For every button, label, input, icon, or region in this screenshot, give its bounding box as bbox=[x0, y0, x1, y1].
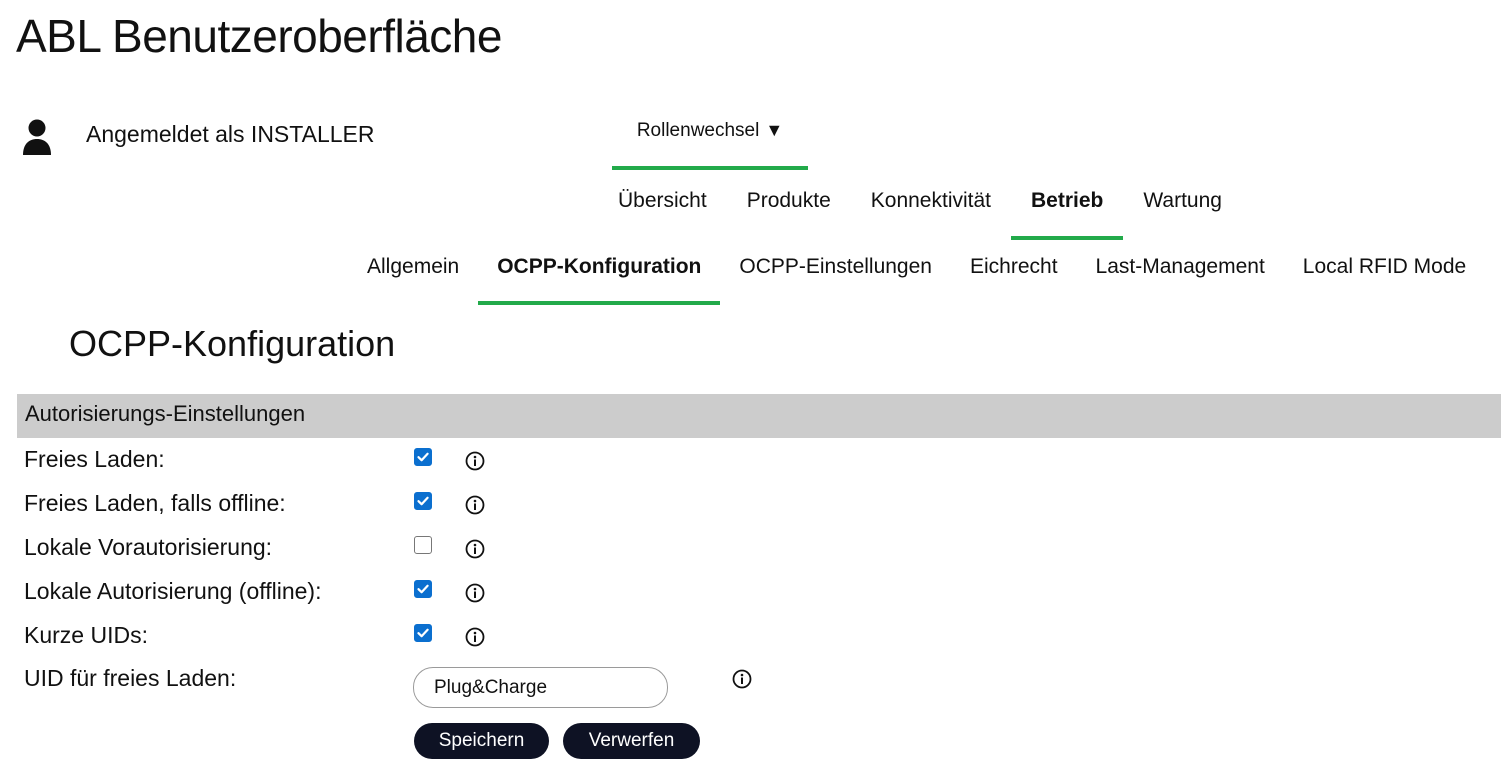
checkbox-kurze-uids[interactable] bbox=[414, 624, 432, 642]
setting-label: Lokale Autorisierung (offline): bbox=[24, 578, 322, 604]
checkmark-icon bbox=[417, 584, 429, 594]
tab-ocpp-konfiguration[interactable]: OCPP-Konfiguration bbox=[478, 246, 721, 305]
discard-button[interactable]: Verwerfen bbox=[563, 723, 700, 759]
info-icon[interactable] bbox=[464, 626, 486, 648]
app-title: ABL Benutzeroberfläche bbox=[16, 10, 502, 62]
setting-row-freies-laden: Freies Laden: bbox=[24, 444, 824, 480]
setting-label: UID für freies Laden: bbox=[24, 665, 237, 691]
info-icon[interactable] bbox=[731, 668, 753, 690]
role-switch-label: Rollenwechsel bbox=[636, 120, 760, 141]
logged-in-status: Angemeldet als INSTALLER bbox=[86, 121, 375, 147]
nav-item-uebersicht[interactable]: Übersicht bbox=[598, 180, 727, 240]
setting-row-lokale-vorautorisierung: Lokale Vorautorisierung: bbox=[24, 532, 824, 568]
setting-label: Freies Laden, falls offline: bbox=[24, 490, 286, 516]
tab-ocpp-einstellungen[interactable]: OCPP-Einstellungen bbox=[720, 246, 951, 305]
tab-eichrecht[interactable]: Eichrecht bbox=[951, 246, 1077, 305]
checkmark-icon bbox=[417, 496, 429, 506]
nav-item-betrieb[interactable]: Betrieb bbox=[1011, 180, 1124, 240]
sub-nav: Allgemein OCPP-Konfiguration OCPP-Einste… bbox=[348, 246, 1485, 305]
nav-item-konnektivitaet[interactable]: Konnektivität bbox=[851, 180, 1011, 240]
info-icon[interactable] bbox=[464, 450, 486, 472]
section-header: Autorisierungs-Einstellungen bbox=[17, 394, 1501, 438]
checkbox-freies-laden[interactable] bbox=[414, 448, 432, 466]
setting-row-kurze-uids: Kurze UIDs: bbox=[24, 620, 824, 656]
setting-row-freies-laden-offline: Freies Laden, falls offline: bbox=[24, 488, 824, 524]
user-icon bbox=[23, 119, 51, 155]
page-title: OCPP-Konfiguration bbox=[69, 323, 396, 364]
info-icon[interactable] bbox=[464, 538, 486, 560]
setting-label: Lokale Vorautorisierung: bbox=[24, 534, 273, 560]
setting-row-lokale-autorisierung-offline: Lokale Autorisierung (offline): bbox=[24, 576, 824, 612]
info-icon[interactable] bbox=[464, 582, 486, 604]
tab-local-rfid-mode[interactable]: Local RFID Mode bbox=[1284, 246, 1485, 305]
checkmark-icon bbox=[417, 452, 429, 462]
setting-label: Kurze UIDs: bbox=[24, 622, 148, 648]
setting-label: Freies Laden: bbox=[24, 446, 165, 472]
nav-item-produkte[interactable]: Produkte bbox=[727, 180, 851, 240]
checkbox-lokale-autorisierung-offline[interactable] bbox=[414, 580, 432, 598]
checkbox-freies-laden-offline[interactable] bbox=[414, 492, 432, 510]
main-nav: Übersicht Produkte Konnektivität Betrieb… bbox=[598, 180, 1242, 240]
tab-allgemein[interactable]: Allgemein bbox=[348, 246, 478, 305]
nav-item-wartung[interactable]: Wartung bbox=[1123, 180, 1242, 240]
checkmark-icon bbox=[417, 628, 429, 638]
uid-free-charging-input[interactable] bbox=[413, 667, 668, 708]
tab-last-management[interactable]: Last-Management bbox=[1077, 246, 1284, 305]
save-button[interactable]: Speichern bbox=[414, 723, 549, 759]
caret-down-icon: ▼ bbox=[765, 120, 784, 140]
info-icon[interactable] bbox=[464, 494, 486, 516]
role-switch-dropdown[interactable]: Rollenwechsel ▼ bbox=[612, 108, 808, 170]
page: ABL Benutzeroberfläche Angemeldet als IN… bbox=[0, 0, 1501, 765]
checkbox-lokale-vorautorisierung[interactable] bbox=[414, 536, 432, 554]
